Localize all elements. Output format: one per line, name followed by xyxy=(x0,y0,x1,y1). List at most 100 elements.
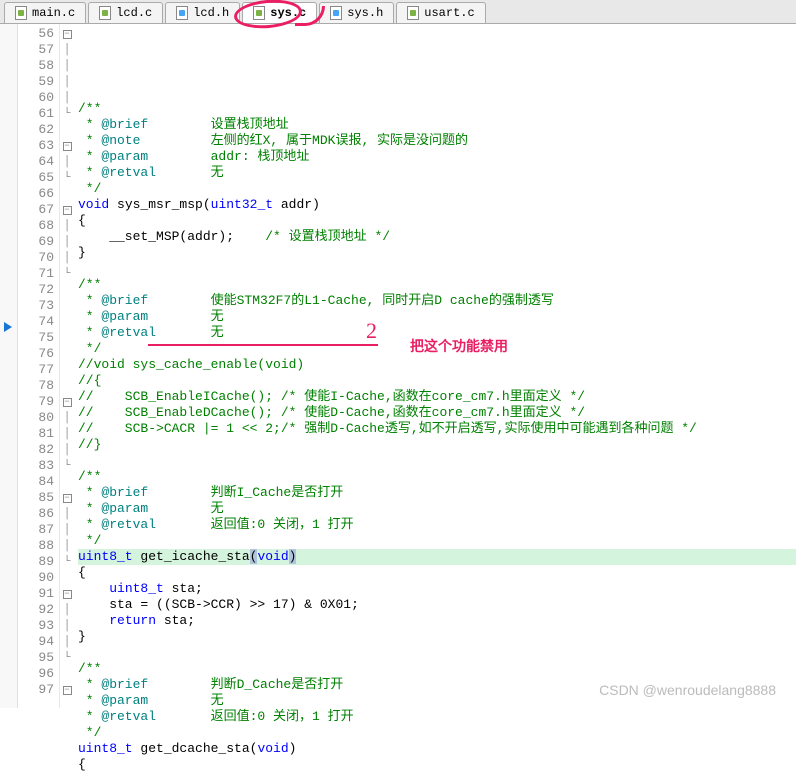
code-line[interactable]: * @param addr: 栈顶地址 xyxy=(78,149,796,165)
fold-marker[interactable]: │ xyxy=(60,234,74,250)
code-line[interactable]: */ xyxy=(78,181,796,197)
fold-marker[interactable]: │ xyxy=(60,522,74,538)
code-line[interactable]: //} xyxy=(78,437,796,453)
fold-marker[interactable]: │ xyxy=(60,618,74,634)
fold-marker[interactable]: − xyxy=(60,202,74,218)
code-editor: 5657585960616263646566676869707172737475… xyxy=(0,24,796,708)
fold-marker[interactable]: │ xyxy=(60,90,74,106)
code-line[interactable] xyxy=(78,453,796,469)
fold-marker[interactable] xyxy=(60,298,74,314)
line-number: 88 xyxy=(18,538,59,554)
fold-marker[interactable]: │ xyxy=(60,74,74,90)
code-line[interactable]: /** xyxy=(78,661,796,677)
fold-marker[interactable]: │ xyxy=(60,426,74,442)
line-number: 89 xyxy=(18,554,59,570)
code-line[interactable]: //void sys_cache_enable(void) xyxy=(78,357,796,373)
tab-usart-c[interactable]: usart.c xyxy=(396,2,485,23)
fold-marker[interactable] xyxy=(60,474,74,490)
fold-marker[interactable] xyxy=(60,122,74,138)
code-line[interactable]: * @param 无 xyxy=(78,501,796,517)
fold-marker[interactable]: │ xyxy=(60,538,74,554)
fold-marker[interactable]: │ xyxy=(60,506,74,522)
code-line[interactable]: // SCB->CACR |= 1 << 2;/* 强制D-Cache透写,如不… xyxy=(78,421,796,437)
fold-marker[interactable]: │ xyxy=(60,410,74,426)
code-line[interactable]: // SCB_EnableICache(); /* 使能I-Cache,函数在c… xyxy=(78,389,796,405)
fold-marker[interactable]: │ xyxy=(60,442,74,458)
code-line[interactable]: * @retval 返回值:0 关闭，1 打开 xyxy=(78,517,796,533)
code-line[interactable]: return sta; xyxy=(78,613,796,629)
fold-margin[interactable]: −││││└−│└−│││└−│││└−│││└−│││└− xyxy=(60,24,74,708)
fold-marker[interactable]: − xyxy=(60,490,74,506)
fold-marker[interactable]: │ xyxy=(60,250,74,266)
fold-marker[interactable]: │ xyxy=(60,58,74,74)
fold-marker[interactable] xyxy=(60,362,74,378)
code-line[interactable]: } xyxy=(78,245,796,261)
fold-marker[interactable]: └ xyxy=(60,458,74,474)
code-line[interactable]: * @param 无 xyxy=(78,309,796,325)
fold-marker[interactable] xyxy=(60,378,74,394)
code-line[interactable]: */ xyxy=(78,725,796,741)
tab-sys-c[interactable]: sys.c xyxy=(242,2,317,23)
fold-marker[interactable]: │ xyxy=(60,42,74,58)
fold-marker[interactable]: − xyxy=(60,682,74,698)
fold-marker[interactable]: │ xyxy=(60,602,74,618)
code-line[interactable]: { xyxy=(78,565,796,581)
line-number: 77 xyxy=(18,362,59,378)
code-line[interactable]: /** xyxy=(78,469,796,485)
code-line[interactable]: uint8_t get_icache_sta(void) xyxy=(78,549,796,565)
code-line[interactable]: * @retval 返回值:0 关闭，1 打开 xyxy=(78,709,796,725)
fold-marker[interactable]: │ xyxy=(60,218,74,234)
code-line[interactable]: //{ xyxy=(78,373,796,389)
fold-marker[interactable]: − xyxy=(60,138,74,154)
file-icon xyxy=(99,6,111,20)
fold-marker[interactable]: │ xyxy=(60,154,74,170)
code-line[interactable]: { xyxy=(78,757,796,773)
code-line[interactable]: /** xyxy=(78,101,796,117)
fold-marker[interactable]: └ xyxy=(60,554,74,570)
code-line[interactable]: uint8_t sta; xyxy=(78,581,796,597)
fold-marker[interactable]: − xyxy=(60,586,74,602)
code-line[interactable]: * @retval 无 xyxy=(78,165,796,181)
code-line[interactable]: */ xyxy=(78,533,796,549)
code-line[interactable]: */ xyxy=(78,341,796,357)
code-line[interactable]: // SCB_EnableDCache(); /* 使能D-Cache,函数在c… xyxy=(78,405,796,421)
line-number: 83 xyxy=(18,458,59,474)
line-number: 92 xyxy=(18,602,59,618)
code-line[interactable]: __set_MSP(addr); /* 设置栈顶地址 */ xyxy=(78,229,796,245)
tab-sys-h[interactable]: sys.h xyxy=(319,2,394,23)
code-line[interactable]: uint8_t get_dcache_sta(void) xyxy=(78,741,796,757)
fold-marker[interactable]: └ xyxy=(60,650,74,666)
code-line[interactable]: * @brief 设置栈顶地址 xyxy=(78,117,796,133)
fold-marker[interactable] xyxy=(60,346,74,362)
code-area[interactable]: 2 把这个功能禁用 /** * @brief 设置栈顶地址 * @note 左侧… xyxy=(74,24,796,708)
code-line[interactable]: * @note 左侧的红X, 属于MDK误报, 实际是没问题的 xyxy=(78,133,796,149)
fold-marker[interactable] xyxy=(60,186,74,202)
code-line[interactable]: * @retval 无 xyxy=(78,325,796,341)
fold-marker[interactable]: − xyxy=(60,394,74,410)
fold-marker[interactable]: └ xyxy=(60,170,74,186)
code-line[interactable]: } xyxy=(78,629,796,645)
code-line[interactable] xyxy=(78,261,796,277)
fold-marker[interactable]: │ xyxy=(60,634,74,650)
fold-marker[interactable] xyxy=(60,570,74,586)
fold-marker[interactable]: └ xyxy=(60,106,74,122)
tab-main-c[interactable]: main.c xyxy=(4,2,86,23)
code-line[interactable]: void sys_msr_msp(uint32_t addr) xyxy=(78,197,796,213)
fold-marker[interactable]: − xyxy=(60,26,74,42)
code-line[interactable]: /** xyxy=(78,277,796,293)
file-icon xyxy=(15,6,27,20)
fold-marker[interactable] xyxy=(60,314,74,330)
fold-marker[interactable]: └ xyxy=(60,266,74,282)
tab-lcd-c[interactable]: lcd.c xyxy=(88,2,163,23)
line-number: 69 xyxy=(18,234,59,250)
fold-marker[interactable] xyxy=(60,330,74,346)
fold-marker[interactable] xyxy=(60,666,74,682)
bookmark-margin[interactable] xyxy=(0,24,18,708)
tab-lcd-h[interactable]: lcd.h xyxy=(165,2,240,23)
code-line[interactable]: * @brief 判断I_Cache是否打开 xyxy=(78,485,796,501)
code-line[interactable] xyxy=(78,645,796,661)
fold-marker[interactable] xyxy=(60,282,74,298)
code-line[interactable]: sta = ((SCB->CCR) >> 17) & 0X01; xyxy=(78,597,796,613)
code-line[interactable]: * @brief 使能STM32F7的L1-Cache, 同时开启D cache… xyxy=(78,293,796,309)
code-line[interactable]: { xyxy=(78,213,796,229)
